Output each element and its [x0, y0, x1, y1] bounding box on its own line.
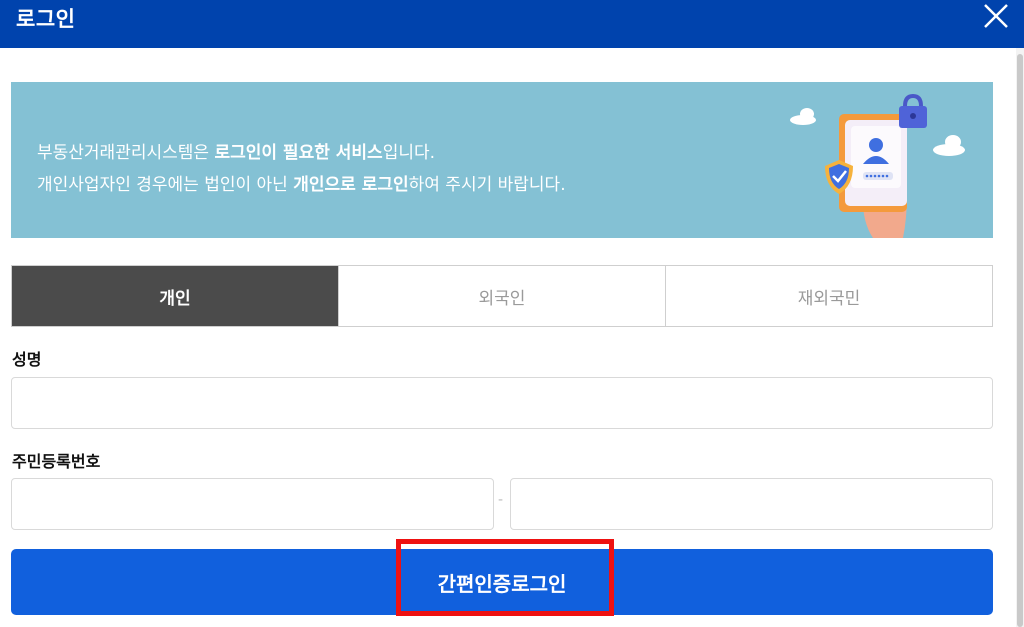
login-window: 로그인 부동산거래관리시스템은 로그인이 필요한 서비스입니다. 개인사업자인 …	[0, 0, 1024, 627]
login-security-illustration	[790, 93, 965, 238]
scrollbar[interactable]	[1016, 48, 1024, 627]
scrollbar-thumb[interactable]	[1017, 54, 1023, 627]
close-icon[interactable]	[982, 2, 1010, 30]
banner-emphasis: 개인으로 로그인	[293, 175, 409, 195]
tab-foreigner[interactable]: 외국인	[338, 266, 665, 326]
name-label: 성명	[12, 350, 42, 369]
banner-text: 개인사업자인 경우에는 법인이 아닌	[37, 175, 294, 195]
resident-number-front-input[interactable]	[11, 478, 494, 530]
banner-text: 입니다.	[382, 143, 436, 163]
window-title: 로그인	[16, 7, 76, 31]
banner-text: 하여 주시기 바랍니다.	[408, 175, 566, 195]
banner-line-2: 개인사업자인 경우에는 법인이 아닌 개인으로 로그인하여 주시기 바랍니다.	[37, 170, 566, 195]
banner-line-1: 부동산거래관리시스템은 로그인이 필요한 서비스입니다.	[37, 138, 435, 163]
name-input[interactable]	[11, 377, 993, 429]
tab-overseas-korean[interactable]: 재외국민	[665, 266, 992, 326]
lock-icon	[899, 93, 927, 128]
resident-number-label: 주민등록번호	[12, 452, 101, 471]
banner-text: 부동산거래관리시스템은	[37, 143, 215, 163]
login-button-label: 간편인증로그인	[437, 571, 567, 596]
tab-individual[interactable]: 개인	[12, 266, 338, 326]
resident-number-back-input[interactable]	[510, 478, 993, 530]
banner-emphasis: 로그인이 필요한 서비스	[214, 143, 383, 163]
simple-auth-login-button[interactable]: 간편인증로그인	[11, 549, 993, 615]
resident-number-separator: -	[498, 492, 504, 508]
info-banner: 부동산거래관리시스템은 로그인이 필요한 서비스입니다. 개인사업자인 경우에는…	[11, 82, 993, 238]
member-type-tabs: 개인 외국인 재외국민	[11, 265, 993, 327]
title-bar: 로그인	[0, 0, 1024, 48]
